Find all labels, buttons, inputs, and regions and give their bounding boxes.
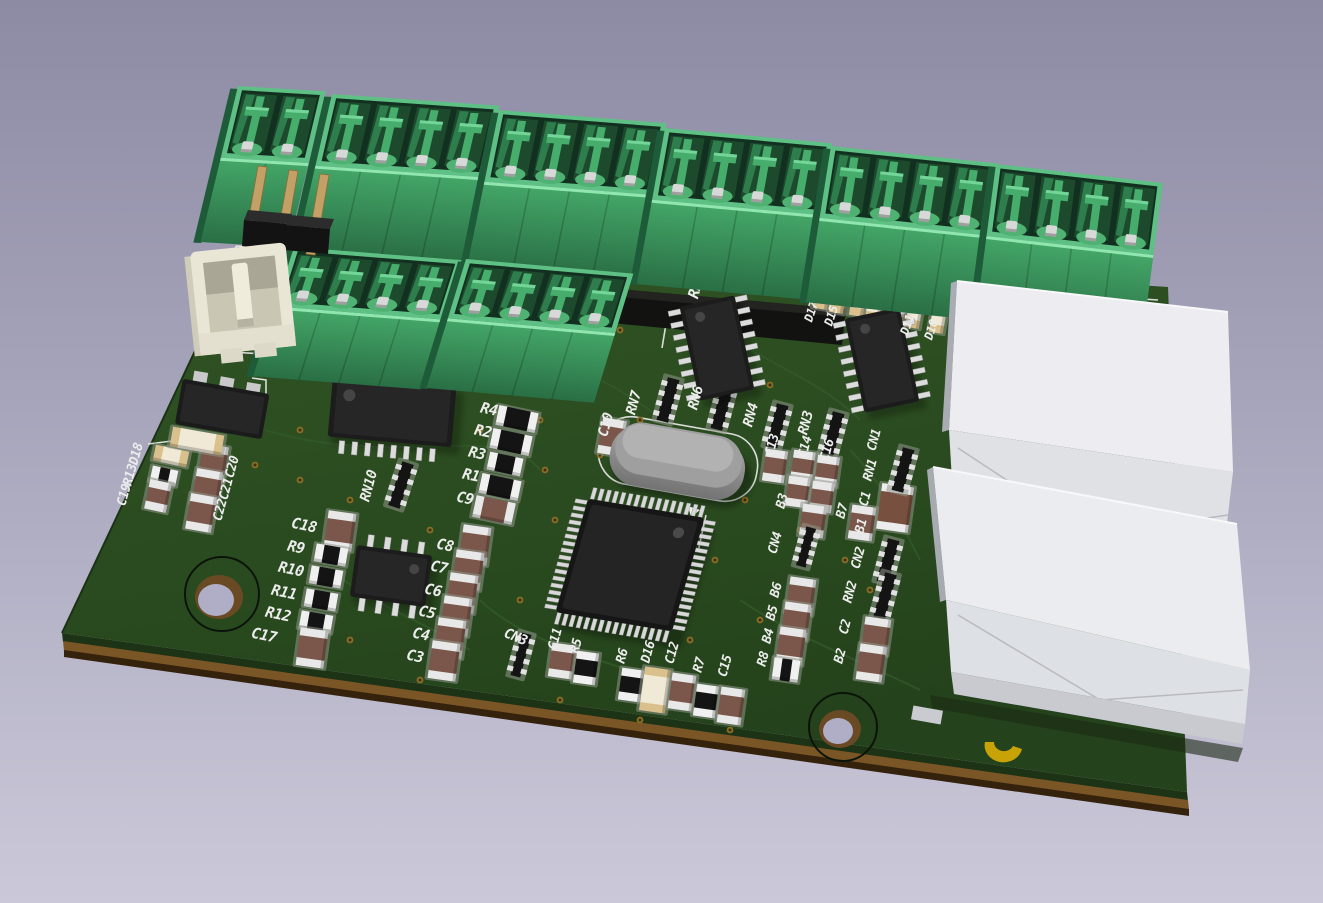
via bbox=[297, 477, 304, 484]
pin-header-3pin bbox=[242, 166, 334, 255]
via bbox=[757, 617, 764, 624]
terminal-block bbox=[630, 127, 833, 300]
via bbox=[297, 427, 304, 434]
pcb-3d-render: voltageRN9FVRN8D17D15D11D10C10RN7RN6RN4R… bbox=[0, 0, 1323, 903]
via bbox=[417, 677, 424, 684]
capacitor bbox=[852, 641, 889, 685]
via bbox=[842, 557, 849, 564]
via bbox=[347, 497, 354, 504]
via bbox=[712, 557, 719, 564]
via bbox=[347, 637, 354, 644]
capacitor bbox=[424, 638, 464, 684]
resistor bbox=[570, 648, 603, 688]
via bbox=[552, 517, 559, 524]
pcb-3d-viewport: voltageRN9FVRN8D17D15D11D10C10RN7RN6RN4R… bbox=[0, 0, 1323, 903]
via bbox=[542, 467, 549, 474]
via bbox=[427, 527, 434, 534]
via bbox=[637, 417, 644, 424]
via bbox=[557, 697, 564, 704]
via bbox=[867, 587, 874, 594]
via bbox=[517, 597, 524, 604]
resistor bbox=[768, 655, 803, 685]
via bbox=[617, 327, 624, 334]
capacitor bbox=[292, 625, 332, 671]
capacitor bbox=[713, 684, 748, 728]
via bbox=[687, 637, 694, 644]
via bbox=[252, 462, 259, 469]
via bbox=[637, 717, 644, 724]
via bbox=[767, 382, 774, 389]
via bbox=[727, 727, 734, 734]
